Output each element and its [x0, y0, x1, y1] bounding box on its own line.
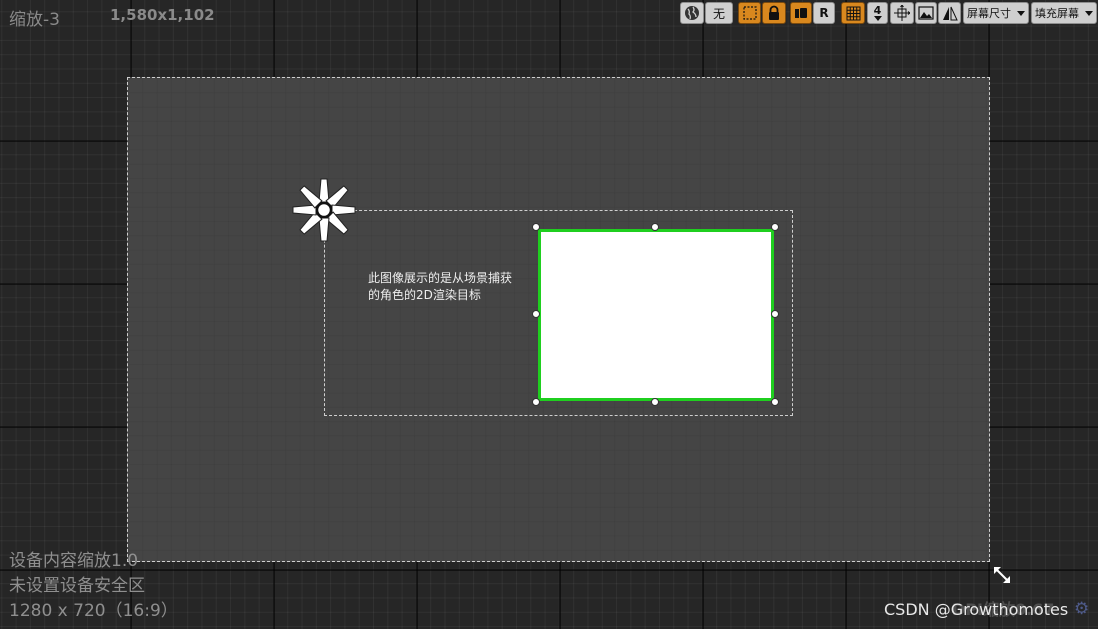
- background-button[interactable]: [915, 2, 937, 24]
- resize-handle-top[interactable]: [651, 223, 659, 231]
- watermark: CSDN @Growthomotes: [884, 600, 1069, 619]
- resize-handle-top-right[interactable]: [771, 223, 779, 231]
- zoom-label: 缩放-3: [9, 10, 60, 30]
- globe-icon: [685, 6, 699, 20]
- respect-locks-icon: [795, 8, 807, 18]
- render-target-image[interactable]: [538, 229, 774, 401]
- flip-button[interactable]: [938, 2, 961, 24]
- screen-size-label: 屏幕尺寸: [967, 7, 1011, 20]
- resolution-readout: 1280 x 720（16:9）: [9, 601, 178, 621]
- grid-snap-value-dropdown[interactable]: 4: [867, 2, 888, 24]
- transform-icon: [894, 5, 910, 21]
- screen-size-dropdown[interactable]: 屏幕尺寸: [963, 2, 1029, 24]
- settings-icon[interactable]: ⚙: [1074, 599, 1089, 619]
- anchor-flower-icon[interactable]: [291, 177, 357, 243]
- safe-zone-icon: [742, 6, 757, 20]
- fill-screen-dropdown[interactable]: 填充屏幕: [1031, 2, 1097, 24]
- transform-button[interactable]: [890, 2, 914, 24]
- resize-handle-top-left[interactable]: [532, 223, 540, 231]
- grid-snap-toggle[interactable]: [841, 2, 865, 24]
- widget-caption-text[interactable]: 此图像展示的是从场景捕获的角色的2D渲染目标: [368, 270, 518, 304]
- chevron-down-icon: [1085, 10, 1093, 16]
- grid-icon: [846, 6, 860, 20]
- safe-zone-status: 未设置设备安全区: [9, 576, 145, 596]
- localization-dropdown[interactable]: 无: [705, 2, 733, 24]
- canvas-size-readout: 1,580x1,102: [110, 6, 215, 24]
- flip-icon: [942, 6, 958, 20]
- resize-diagonal-icon[interactable]: [992, 565, 1012, 585]
- lock-icon: [769, 5, 779, 20]
- localization-preview-button[interactable]: [680, 2, 704, 24]
- chevron-down-icon: [1017, 10, 1025, 16]
- resize-handle-left[interactable]: [532, 310, 540, 318]
- grid-snap-value: 4: [873, 3, 882, 17]
- resize-handle-bottom-right[interactable]: [771, 398, 779, 406]
- resize-handle-right[interactable]: [771, 310, 779, 318]
- fill-screen-label: 填充屏幕: [1035, 7, 1079, 20]
- lock-toggle[interactable]: [762, 2, 786, 24]
- resize-handle-bottom-left[interactable]: [532, 398, 540, 406]
- chevron-down-icon: [873, 15, 882, 21]
- resize-handle-bottom[interactable]: [651, 398, 659, 406]
- r-toggle[interactable]: R: [813, 2, 835, 24]
- safe-zone-toggle[interactable]: [738, 2, 761, 24]
- background-icon: [918, 6, 934, 20]
- respect-locks-toggle[interactable]: [790, 2, 812, 24]
- device-content-scale: 设备内容缩放1.0: [9, 551, 139, 571]
